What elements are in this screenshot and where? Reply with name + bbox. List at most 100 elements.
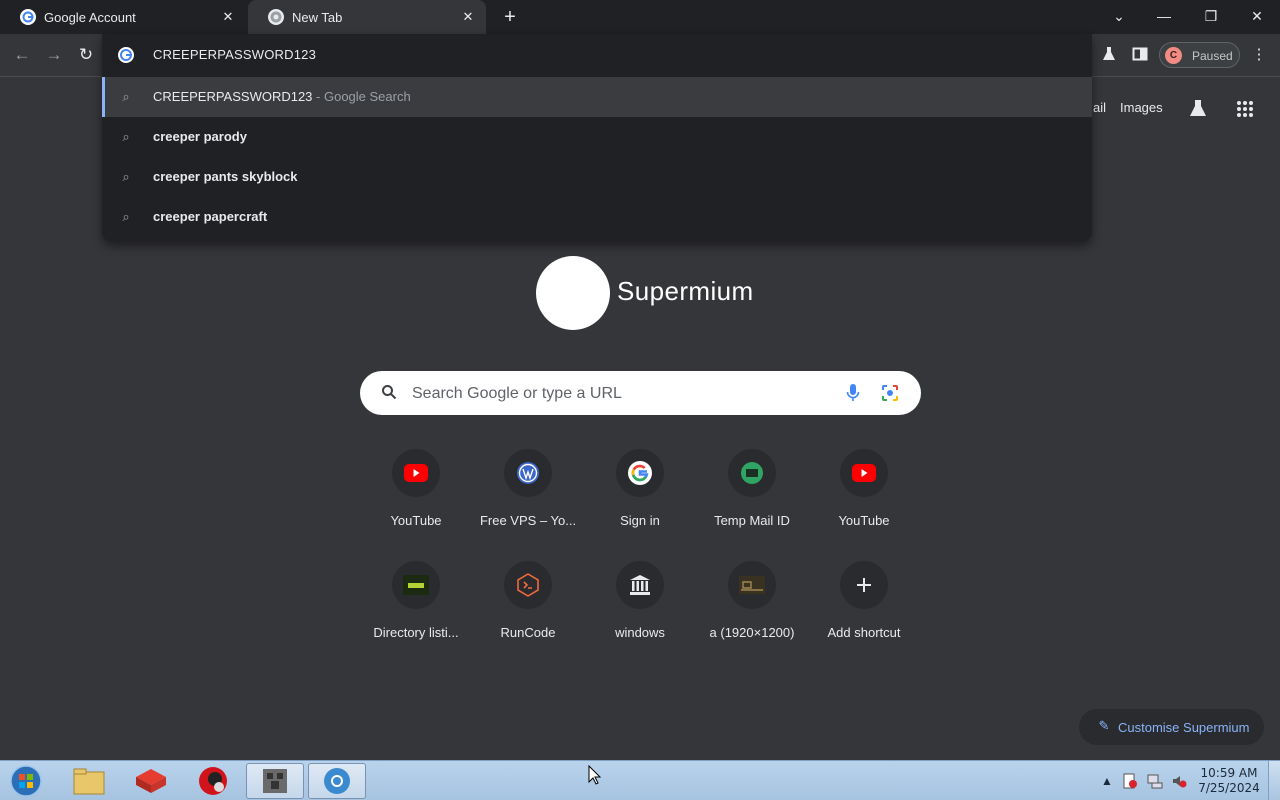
suggestion-item[interactable]: ⌕ creeper pants skyblock [102, 157, 1092, 197]
shortcut-sign-in[interactable]: Sign in [584, 449, 696, 549]
search-icon [380, 384, 398, 402]
mouse-cursor [588, 765, 602, 785]
close-tab-icon[interactable]: ✕ [460, 9, 476, 25]
shortcut-title: Temp Mail ID [714, 513, 790, 528]
customise-label: Customise Supermium [1118, 720, 1250, 735]
taskbar: ▲ 10:59 AM 7/25/2024 [0, 760, 1280, 800]
wordpress-icon [504, 449, 552, 497]
youtube-icon [392, 449, 440, 497]
suggestion-text: creeper papercraft [153, 209, 268, 224]
network-icon[interactable] [1147, 773, 1163, 789]
suggestion-item[interactable]: ⌕ CREEPERPASSWORD123 - Google Search [102, 77, 1092, 117]
volume-icon[interactable] [1171, 773, 1187, 789]
start-button[interactable] [0, 763, 52, 799]
clock[interactable]: 10:59 AM 7/25/2024 [1196, 766, 1262, 796]
logo-doodle [536, 256, 610, 330]
youtube-icon [840, 449, 888, 497]
app-red-circle-icon[interactable] [184, 763, 242, 799]
suggestion-query: CREEPERPASSWORD123 [153, 89, 313, 104]
search-icon: ⌕ [122, 89, 130, 104]
restore-icon[interactable]: ❐ [1197, 5, 1225, 27]
close-window-icon[interactable]: ✕ [1243, 5, 1271, 27]
omnibox-dropdown: CREEPERPASSWORD123 ⌕ CREEPERPASSWORD123 … [102, 34, 1092, 242]
omnibox-value: CREEPERPASSWORD123 [153, 47, 317, 62]
omnibox-input[interactable]: CREEPERPASSWORD123 [102, 34, 1092, 76]
tempmail-icon [728, 449, 776, 497]
google-g-icon [20, 9, 36, 25]
images-link[interactable]: Images [1120, 100, 1163, 115]
search-icon: ⌕ [122, 209, 130, 224]
forward-icon[interactable]: → [43, 44, 65, 66]
tab-title: New Tab [292, 9, 343, 25]
shortcut-directory-listing[interactable]: Directory listi... [360, 561, 472, 661]
suggestion-text: creeper parody [153, 129, 247, 144]
shortcut-title: a (1920×1200) [709, 625, 795, 640]
shortcut-title: Directory listi... [373, 625, 459, 640]
action-center-icon[interactable] [1122, 773, 1138, 789]
chrome-icon [268, 9, 284, 25]
shortcut-temp-mail[interactable]: Temp Mail ID [696, 449, 808, 549]
tab-new-tab[interactable]: New Tab ✕ [248, 0, 486, 34]
reload-icon[interactable]: ↻ [75, 44, 97, 66]
menu-dots-icon[interactable]: ⋮ [1250, 46, 1268, 64]
shortcut-windows[interactable]: windows [584, 561, 696, 661]
add-shortcut-button[interactable]: Add shortcut [808, 561, 920, 661]
suggestion-item[interactable]: ⌕ creeper parody [102, 117, 1092, 157]
search-icon: ⌕ [122, 129, 130, 144]
shortcut-title: Sign in [620, 513, 660, 528]
shortcut-title: RunCode [500, 625, 556, 640]
labs-flask-icon[interactable] [1188, 98, 1208, 121]
side-panel-icon[interactable] [1131, 46, 1149, 64]
shortcut-free-vps[interactable]: Free VPS – Yo... [472, 449, 584, 549]
bank-icon [616, 561, 664, 609]
suggestion-text: creeper pants skyblock [153, 169, 298, 184]
suggestion-sub: - Google Search [312, 89, 411, 104]
app-red-box-icon[interactable] [122, 763, 180, 799]
shortcut-title: YouTube [838, 513, 890, 528]
clock-time: 10:59 AM [1200, 766, 1258, 780]
clock-date: 7/25/2024 [1198, 781, 1260, 795]
search-icon: ⌕ [122, 169, 130, 184]
tab-google-account[interactable]: Google Account ✕ [0, 0, 246, 34]
shortcut-title: Add shortcut [827, 625, 901, 640]
tab-strip: Google Account ✕ New Tab ✕ + ⌄ — ❐ ✕ [0, 0, 1280, 34]
tab-search-icon[interactable]: ⌄ [1105, 5, 1133, 27]
ntp-search-box[interactable]: Search Google or type a URL [360, 371, 921, 415]
shortcut-a-image[interactable]: a (1920×1200) [696, 561, 808, 661]
shortcut-youtube[interactable]: YouTube [360, 449, 472, 549]
suggestion-text: CREEPERPASSWORD123 - Google Search [153, 89, 411, 104]
shortcut-title: Free VPS – Yo... [479, 513, 577, 528]
search-placeholder: Search Google or type a URL [412, 385, 622, 402]
avatar: C [1165, 47, 1182, 64]
runcode-icon [504, 561, 552, 609]
profile-button[interactable]: C Paused [1159, 42, 1240, 68]
google-g-icon [118, 47, 134, 63]
show-desktop-button[interactable] [1268, 761, 1280, 800]
voice-search-icon[interactable] [846, 383, 860, 403]
customise-button[interactable]: ✎ Customise Supermium [1079, 709, 1264, 745]
shortcut-title: windows [615, 625, 665, 640]
close-tab-icon[interactable]: ✕ [220, 9, 236, 25]
tray-expand-icon[interactable]: ▲ [1099, 773, 1115, 789]
file-explorer-icon[interactable] [60, 763, 118, 799]
shortcut-title: YouTube [390, 513, 442, 528]
new-tab-button[interactable]: + [498, 5, 522, 29]
gmail-link[interactable]: ail [1093, 100, 1106, 115]
minimize-icon[interactable]: — [1150, 5, 1178, 27]
shortcut-runcode[interactable]: RunCode [472, 561, 584, 661]
app-browser-icon[interactable] [308, 763, 366, 799]
logo-text: Supermium [617, 276, 754, 306]
pencil-icon: ✎ [1098, 718, 1110, 733]
labs-flask-icon[interactable] [1100, 46, 1118, 64]
vnc-icon [392, 561, 440, 609]
google-lens-icon[interactable] [881, 384, 899, 402]
image-thumb-icon [728, 561, 776, 609]
google-g-icon [616, 449, 664, 497]
shortcut-youtube-2[interactable]: YouTube [808, 449, 920, 549]
tab-title: Google Account [44, 9, 136, 25]
suggestion-item[interactable]: ⌕ creeper papercraft [102, 197, 1092, 237]
app-minecraft-icon[interactable] [246, 763, 304, 799]
profile-status: Paused [1192, 49, 1233, 63]
apps-grid-icon[interactable] [1236, 100, 1254, 121]
back-icon[interactable]: ← [11, 44, 33, 66]
